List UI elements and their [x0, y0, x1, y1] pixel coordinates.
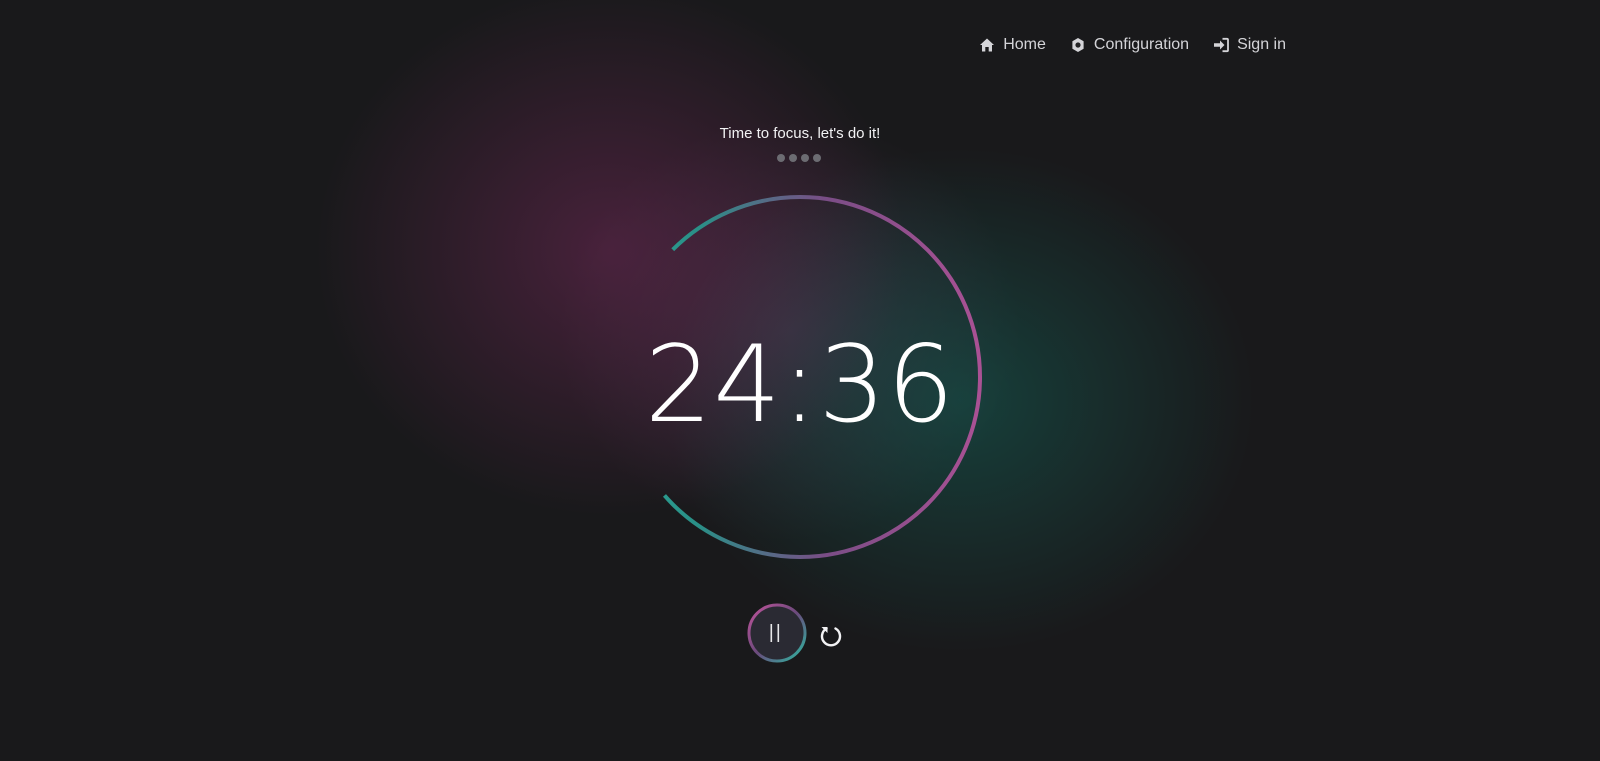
session-dot: [789, 154, 797, 162]
pause-button[interactable]: [747, 603, 807, 663]
timer-display: 24:36: [644, 323, 956, 446]
session-dot: [801, 154, 809, 162]
nav-sign-in-label: Sign in: [1237, 36, 1286, 53]
focus-message: Time to focus, let's do it!: [719, 125, 881, 142]
nav-home-link[interactable]: Home: [979, 36, 1046, 54]
nav-sign-in-link[interactable]: Sign in: [1213, 36, 1286, 54]
sign-in-icon: [1213, 37, 1229, 53]
top-nav: Home Configuration Sign in: [979, 36, 1286, 54]
reset-icon: [820, 627, 842, 647]
session-dots: [777, 154, 821, 162]
gear-icon: [1070, 37, 1086, 53]
reset-button[interactable]: [818, 622, 844, 648]
nav-configuration-label: Configuration: [1093, 36, 1190, 53]
nav-configuration-link[interactable]: Configuration: [1070, 36, 1189, 54]
home-icon: [979, 37, 995, 53]
session-dot: [813, 154, 821, 162]
session-dot: [777, 154, 785, 162]
nav-home-label: Home: [1003, 36, 1046, 53]
app-stage: Home Configuration Sign in Time to focus…: [0, 0, 1600, 761]
